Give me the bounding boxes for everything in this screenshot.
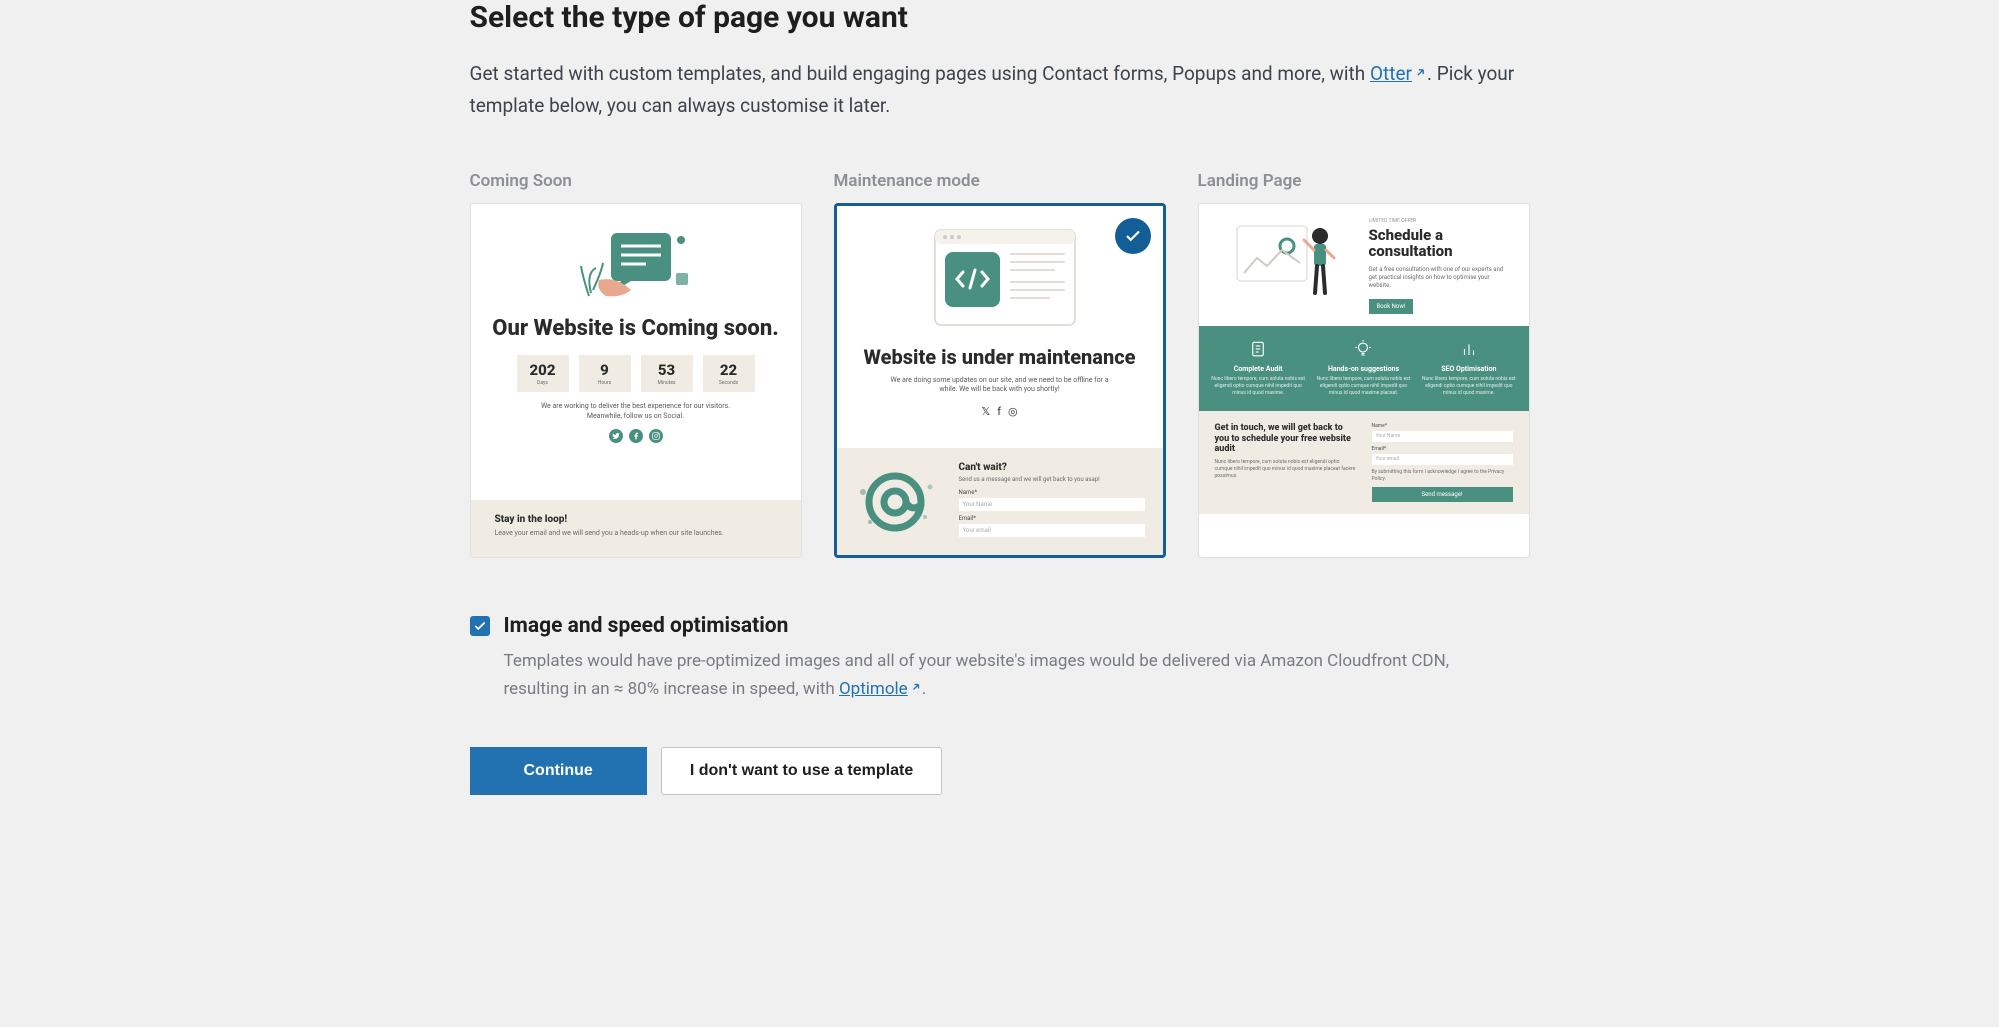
external-link-icon <box>1414 57 1427 89</box>
continue-button[interactable]: Continue <box>470 747 647 795</box>
email-label: Email* <box>959 515 1145 522</box>
maintenance-headline: Website is under maintenance <box>857 346 1143 368</box>
landing-features: Complete Audit Nunc libero tempore, cum … <box>1199 326 1529 411</box>
facebook-icon: f <box>997 405 1001 418</box>
otter-link[interactable]: Otter <box>1370 62 1427 85</box>
optimisation-checkbox[interactable] <box>470 616 490 636</box>
audit-icon <box>1249 340 1267 358</box>
stay-in-loop-title: Stay in the loop! <box>495 514 777 525</box>
at-sign-illustration <box>855 462 945 541</box>
book-now-button-preview: Book Now! <box>1369 299 1414 314</box>
instagram-icon <box>649 429 663 443</box>
twitter-icon <box>609 429 623 443</box>
facebook-icon <box>629 429 643 443</box>
name-label: Name* <box>959 489 1145 496</box>
template-label-maintenance: Maintenance mode <box>834 171 1166 191</box>
template-cards: Coming Soon <box>470 171 1530 558</box>
cant-wait-subtext: Send us a message and we will get back t… <box>959 476 1145 483</box>
page-title: Select the type of page you want <box>470 0 1530 35</box>
coming-soon-headline: Our Website is Coming soon. <box>491 316 781 341</box>
landing-hero-illustration <box>1215 218 1359 313</box>
external-link-icon <box>910 675 922 702</box>
intro-part-1: Get started with custom templates, and b… <box>470 62 1370 85</box>
countdown: 202Days 9Hours 53Minutes 22Seconds <box>491 355 781 392</box>
optimisation-title: Image and speed optimisation <box>504 614 789 638</box>
twitter-icon: 𝕏 <box>981 405 990 418</box>
selected-check-icon <box>1115 218 1151 254</box>
template-label-coming-soon: Coming Soon <box>470 171 802 191</box>
social-icons <box>491 429 781 443</box>
send-message-button-preview: Send message! <box>1372 487 1513 502</box>
action-buttons: Continue I don't want to use a template <box>470 747 1530 795</box>
coming-soon-subtext: We are working to deliver the best exper… <box>526 402 746 422</box>
maintenance-illustration <box>857 222 1143 332</box>
template-card-coming-soon[interactable]: Our Website is Coming soon. 202Days 9Hou… <box>470 203 802 558</box>
cant-wait-title: Can't wait? <box>959 462 1145 473</box>
chart-icon <box>1460 340 1478 358</box>
optimole-link[interactable]: Optimole <box>839 679 922 699</box>
maintenance-subtext: We are doing some updates on our site, a… <box>885 376 1115 396</box>
email-input-preview: Your email <box>959 524 1145 537</box>
coming-soon-illustration <box>491 218 781 308</box>
maintenance-social-icons: 𝕏 f ◎ <box>857 405 1143 418</box>
template-card-landing[interactable]: LIMITED TIME OFFER Schedule a consultati… <box>1198 203 1530 558</box>
landing-contact-subtext: Nunc libero tempore, cum soluta nobis es… <box>1215 459 1356 480</box>
template-card-maintenance[interactable]: Website is under maintenance We are doin… <box>834 203 1166 558</box>
intro-text: Get started with custom templates, and b… <box>470 57 1530 123</box>
lightbulb-icon <box>1354 340 1372 358</box>
name-input-preview: Your Name <box>959 498 1145 511</box>
template-label-landing: Landing Page <box>1198 171 1530 191</box>
landing-hero-title: Schedule a consultation <box>1369 227 1513 260</box>
landing-contact-title: Get in touch, we will get back to you to… <box>1215 423 1356 455</box>
optimisation-description: Templates would have pre-optimized image… <box>504 648 1464 703</box>
skip-template-button[interactable]: I don't want to use a template <box>661 747 942 795</box>
landing-hero-subtext: Get a free consultation with one of our … <box>1369 266 1513 291</box>
instagram-icon: ◎ <box>1008 405 1018 418</box>
stay-in-loop-subtext: Leave your email and we will send you a … <box>495 529 777 539</box>
